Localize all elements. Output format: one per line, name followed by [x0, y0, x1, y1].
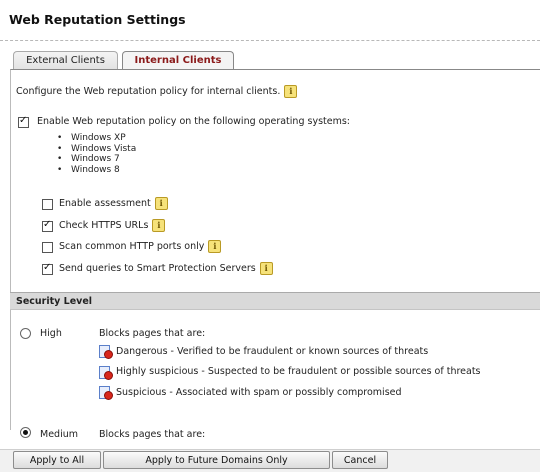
scan-ports-label: Scan common HTTP ports only [59, 241, 205, 252]
enable-assessment-row: Enable assessment i [59, 197, 168, 210]
risk-item-dangerous: Dangerous - Verified to be fraudulent or… [116, 346, 429, 357]
enable-policy-checkbox[interactable] [18, 115, 29, 128]
info-icon[interactable]: i [208, 240, 222, 253]
apply-future-domains-button[interactable]: Apply to Future Domains Only [103, 451, 330, 469]
tab-internal-clients[interactable]: Internal Clients [122, 51, 234, 70]
info-icon[interactable]: i [259, 262, 273, 275]
tab-external-clients[interactable]: External Clients [13, 51, 118, 70]
medium-description: Blocks pages that are: [99, 429, 206, 440]
risk-item-highly-suspicious: Highly suspicious - Suspected to be frau… [116, 366, 481, 377]
info-icon[interactable]: i [152, 219, 166, 232]
smart-protection-checkbox[interactable] [42, 262, 53, 275]
apply-to-all-button[interactable]: Apply to All [13, 451, 101, 469]
high-radio[interactable] [20, 328, 31, 339]
page-title: Web Reputation Settings [9, 12, 186, 27]
medium-radio[interactable] [20, 427, 31, 438]
check-https-row: Check HTTPS URLs i [59, 219, 166, 232]
blocked-page-icon [99, 345, 113, 359]
medium-label: Medium [40, 429, 78, 440]
scan-ports-row: Scan common HTTP ports only i [59, 240, 222, 253]
security-level-header: Security Level [10, 292, 540, 310]
os-list-item: Windows 7 [57, 154, 136, 165]
title-divider [0, 40, 540, 41]
scan-ports-checkbox[interactable] [42, 242, 53, 253]
high-label: High [40, 328, 62, 339]
os-list: Windows XP Windows Vista Windows 7 Windo… [57, 133, 136, 175]
cancel-button[interactable]: Cancel [332, 451, 388, 469]
smart-protection-label: Send queries to Smart Protection Servers [59, 263, 256, 274]
os-list-item: Windows 8 [57, 165, 136, 176]
blocked-page-icon [99, 386, 113, 400]
check-https-checkbox[interactable] [42, 219, 53, 232]
intro-row: Configure the Web reputation policy for … [16, 85, 298, 98]
os-list-item: Windows XP [57, 133, 136, 144]
risk-item-suspicious: Suspicious - Associated with spam or pos… [116, 387, 402, 398]
info-icon[interactable]: i [154, 197, 168, 210]
enable-assessment-checkbox[interactable] [42, 199, 53, 210]
check-https-label: Check HTTPS URLs [59, 220, 149, 231]
os-list-item: Windows Vista [57, 144, 136, 155]
smart-protection-row: Send queries to Smart Protection Servers… [59, 262, 273, 275]
intro-text: Configure the Web reputation policy for … [16, 86, 281, 97]
enable-assessment-label: Enable assessment [59, 198, 151, 209]
high-description: Blocks pages that are: [99, 328, 206, 339]
info-icon[interactable]: i [284, 85, 298, 98]
enable-policy-label: Enable Web reputation policy on the foll… [37, 116, 350, 127]
blocked-page-icon [99, 366, 113, 380]
